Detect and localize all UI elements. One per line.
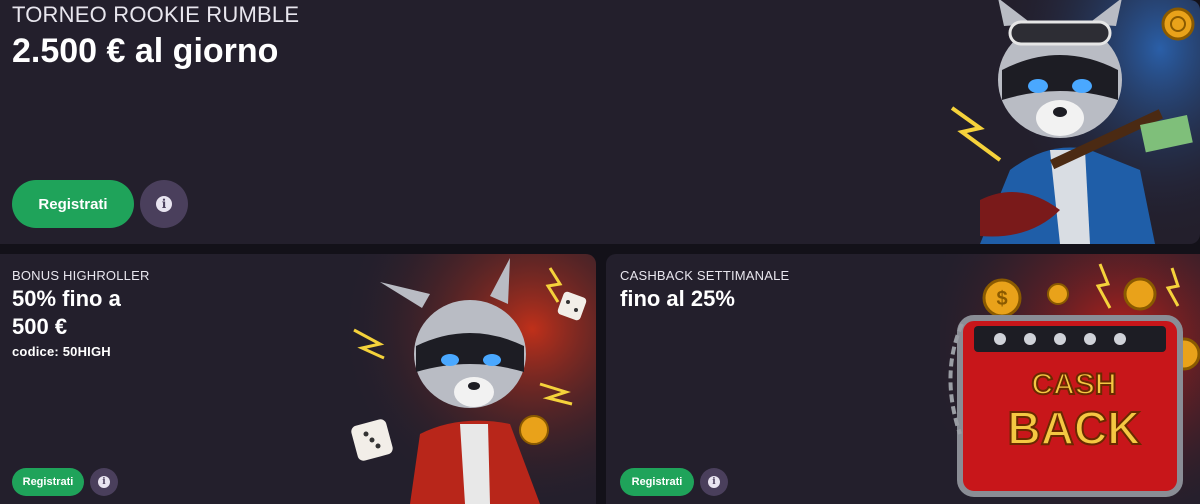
promo-kicker: TORNEO ROOKIE RUMBLE: [12, 2, 300, 27]
info-icon: i: [708, 476, 720, 488]
info-icon: i: [98, 476, 110, 488]
raccoon-dice-illustration: [340, 254, 596, 504]
register-button[interactable]: Registrati: [620, 468, 694, 496]
promo-kicker: CASHBACK SETTIMANALE: [620, 268, 790, 283]
promo-card-cashback[interactable]: CASHBACK SETTIMANALE fino al 25% Registr…: [606, 254, 1200, 504]
cashback-art-text-cash: CASH: [1031, 368, 1116, 401]
promo-headline-line2: 500 €: [12, 314, 68, 339]
register-button[interactable]: Registrati: [12, 468, 84, 496]
promo-card-highroller[interactable]: BONUS HIGHROLLER 50% fino a 500 € codice…: [0, 254, 596, 504]
promo-headline: fino al 25%: [620, 286, 735, 311]
promo-card-rookie-rumble[interactable]: TORNEO ROOKIE RUMBLE 2.500 € al giorno R…: [0, 0, 1200, 244]
register-button[interactable]: Registrati: [12, 180, 134, 228]
promo-headline-line1: 50% fino a: [12, 286, 121, 311]
raccoon-guitarist-illustration: [950, 0, 1200, 244]
cashback-amp-illustration: $ CASH BACK: [940, 254, 1200, 504]
promo-code: codice: 50HIGH: [12, 344, 111, 359]
promo-headline: 2.500 € al giorno: [12, 32, 279, 70]
svg-text:$: $: [996, 288, 1007, 310]
info-button[interactable]: i: [140, 180, 188, 228]
info-button[interactable]: i: [700, 468, 728, 496]
info-icon: i: [156, 196, 172, 212]
cashback-art-text-back: BACK: [1008, 402, 1141, 454]
promo-kicker: BONUS HIGHROLLER: [12, 268, 150, 283]
info-button[interactable]: i: [90, 468, 118, 496]
